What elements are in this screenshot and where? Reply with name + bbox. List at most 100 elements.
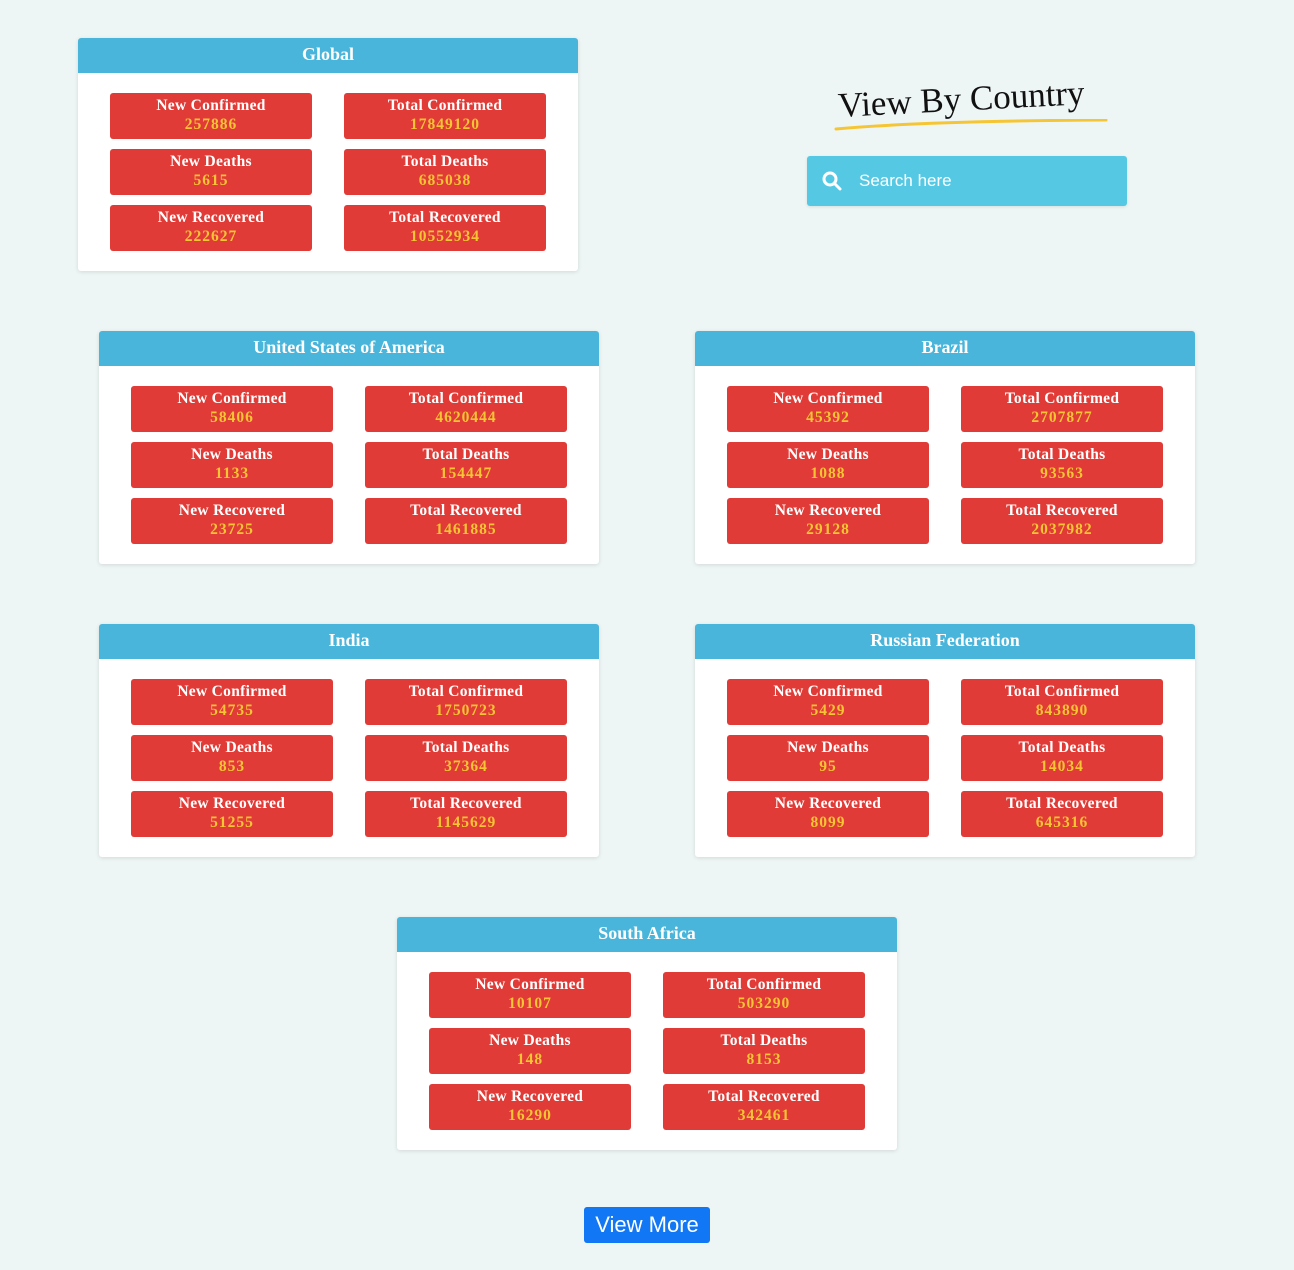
stat-value: 1133 [214, 465, 250, 482]
search-box[interactable] [807, 156, 1127, 206]
card-title: Global [78, 38, 578, 73]
stat-value: 5429 [810, 702, 846, 719]
stat-label: Total Confirmed [408, 683, 524, 700]
stat-new-recovered: New Recovered 23725 [131, 498, 333, 544]
stat-new-confirmed: New Confirmed 54735 [131, 679, 333, 725]
stats-grid: New Confirmed 58406 Total Confirmed 462044… [99, 366, 599, 544]
stat-value: 342461 [737, 1107, 791, 1124]
search-icon [821, 170, 843, 192]
stats-grid: New Confirmed 5429 Total Confirmed 843890 … [695, 659, 1195, 837]
stat-label: Total Confirmed [706, 976, 822, 993]
stat-label: Total Deaths [422, 446, 510, 463]
stat-new-confirmed: New Confirmed 10107 [429, 972, 631, 1018]
stat-value: 95 [819, 758, 837, 775]
stat-new-recovered: New Recovered 29128 [727, 498, 929, 544]
stat-value: 16290 [508, 1107, 552, 1124]
stat-total-deaths: Total Deaths 685038 [344, 149, 546, 195]
stat-value: 54735 [210, 702, 254, 719]
stat-value: 1088 [810, 465, 846, 482]
stat-label: New Recovered [774, 795, 882, 812]
stat-total-recovered: Total Recovered 1461885 [365, 498, 567, 544]
stat-value: 1461885 [435, 521, 497, 538]
stat-value: 8153 [746, 1051, 782, 1068]
stat-label: New Recovered [178, 502, 286, 519]
stat-total-deaths: Total Deaths 154447 [365, 442, 567, 488]
stat-new-confirmed: New Confirmed 5429 [727, 679, 929, 725]
underline-decoration [834, 119, 1108, 131]
stat-label: Total Recovered [410, 795, 522, 812]
stat-label: New Recovered [178, 795, 286, 812]
country-card: Brazil New Confirmed 45392 Total Confirme… [695, 331, 1195, 564]
stat-value: 685038 [418, 172, 472, 189]
country-card: United States of America New Confirmed 58… [99, 331, 599, 564]
stat-total-confirmed: Total Confirmed 2707877 [961, 386, 1163, 432]
stat-value: 5615 [193, 172, 229, 189]
stat-new-recovered: New Recovered 51255 [131, 791, 333, 837]
stat-label: New Recovered [476, 1088, 584, 1105]
stat-label: New Deaths [489, 1032, 571, 1049]
stat-value: 93563 [1040, 465, 1084, 482]
stat-value: 1750723 [435, 702, 497, 719]
stat-new-confirmed: New Confirmed 58406 [131, 386, 333, 432]
stat-new-recovered: New Recovered 222627 [110, 205, 312, 251]
stat-value: 29128 [806, 521, 850, 538]
stat-total-confirmed: Total Confirmed 1750723 [365, 679, 567, 725]
stat-label: Total Confirmed [1004, 390, 1120, 407]
stat-total-deaths: Total Deaths 14034 [961, 735, 1163, 781]
stat-label: New Deaths [787, 739, 869, 756]
stat-value: 154447 [439, 465, 493, 482]
card-title: Brazil [695, 331, 1195, 366]
stat-total-recovered: Total Recovered 2037982 [961, 498, 1163, 544]
stat-label: New Recovered [157, 209, 265, 226]
stat-label: New Confirmed [773, 390, 883, 407]
stat-new-deaths: New Deaths 1133 [131, 442, 333, 488]
stat-value: 257886 [184, 116, 238, 133]
stat-value: 853 [218, 758, 246, 775]
view-more-button[interactable]: View More [584, 1207, 710, 1243]
stat-value: 222627 [184, 228, 238, 245]
search-input[interactable] [859, 171, 1127, 191]
stat-label: New Deaths [191, 446, 273, 463]
stat-new-confirmed: New Confirmed 257886 [110, 93, 312, 139]
stat-new-deaths: New Deaths 95 [727, 735, 929, 781]
stat-label: Total Recovered [1006, 502, 1118, 519]
stat-value: 58406 [210, 409, 254, 426]
stat-label: Total Deaths [422, 739, 510, 756]
country-card: Russian Federation New Confirmed 5429 Tot… [695, 624, 1195, 857]
stat-label: New Confirmed [773, 683, 883, 700]
card-title: Russian Federation [695, 624, 1195, 659]
stat-label: New Confirmed [156, 97, 266, 114]
stat-label: New Recovered [774, 502, 882, 519]
country-card: South Africa New Confirmed 10107 Total Co… [397, 917, 897, 1150]
stat-value: 10552934 [410, 228, 480, 245]
stat-total-recovered: Total Recovered 342461 [663, 1084, 865, 1130]
stat-total-recovered: Total Recovered 10552934 [344, 205, 546, 251]
stat-value: 8099 [810, 814, 846, 831]
stat-total-deaths: Total Deaths 93563 [961, 442, 1163, 488]
stat-label: New Confirmed [177, 390, 287, 407]
stats-grid: New Confirmed 10107 Total Confirmed 503290… [397, 952, 897, 1130]
stat-value: 4620444 [435, 409, 497, 426]
stat-value: 17849120 [410, 116, 480, 133]
stat-label: Total Deaths [1018, 446, 1106, 463]
stat-value: 51255 [210, 814, 254, 831]
stat-label: New Confirmed [177, 683, 287, 700]
stat-value: 1145629 [435, 814, 497, 831]
stat-total-deaths: Total Deaths 8153 [663, 1028, 865, 1074]
stat-label: Total Recovered [1006, 795, 1118, 812]
stat-new-deaths: New Deaths 1088 [727, 442, 929, 488]
stat-value: 503290 [737, 995, 791, 1012]
card-title: India [99, 624, 599, 659]
stat-new-deaths: New Deaths 148 [429, 1028, 631, 1074]
stat-new-recovered: New Recovered 16290 [429, 1084, 631, 1130]
view-by-country-heading: View By Country [834, 73, 1108, 136]
stat-label: Total Deaths [401, 153, 489, 170]
stat-new-deaths: New Deaths 853 [131, 735, 333, 781]
stat-label: Total Confirmed [1004, 683, 1120, 700]
card-title: United States of America [99, 331, 599, 366]
stat-total-confirmed: Total Confirmed 503290 [663, 972, 865, 1018]
stat-label: Total Recovered [708, 1088, 820, 1105]
stat-label: New Deaths [787, 446, 869, 463]
stat-value: 2037982 [1031, 521, 1093, 538]
global-card: Global New Confirmed 257886 Total Confirm… [78, 38, 578, 271]
